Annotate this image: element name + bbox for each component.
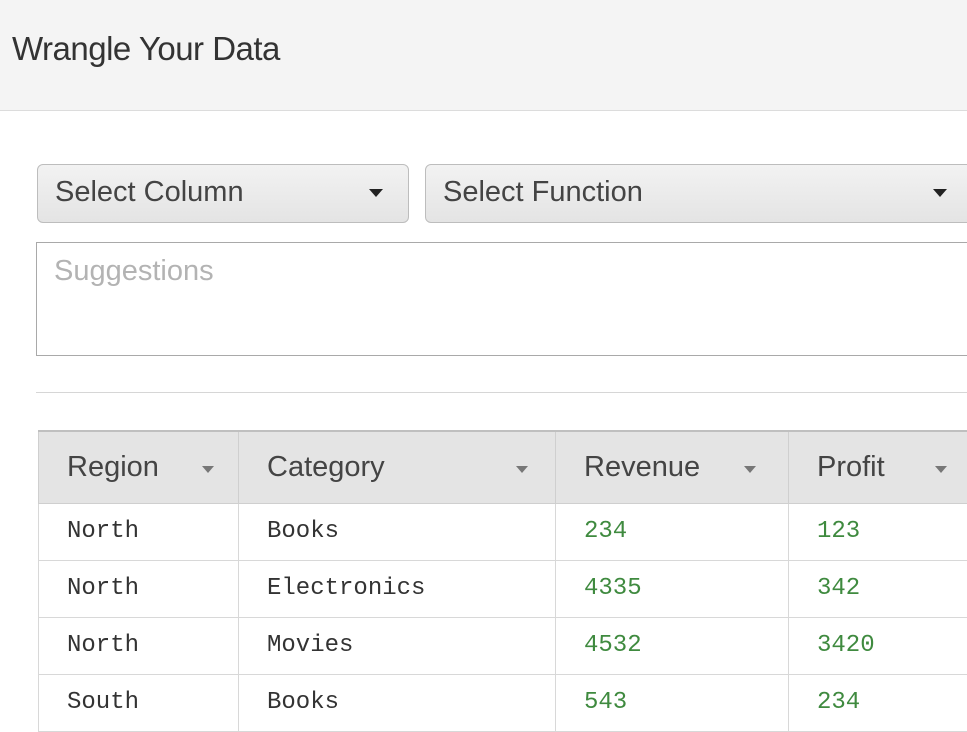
table-row: North Electronics 4335 342	[39, 560, 967, 617]
column-header-profit[interactable]: Profit	[789, 431, 967, 503]
cell-category[interactable]: Movies	[239, 617, 556, 674]
cell-region[interactable]: North	[39, 560, 239, 617]
cell-revenue[interactable]: 4532	[556, 617, 789, 674]
data-table: Region Category Revenue Profit North Boo…	[38, 430, 967, 732]
column-header-label: Region	[67, 451, 159, 483]
select-function-label: Select Function	[443, 176, 643, 209]
column-header-revenue[interactable]: Revenue	[556, 431, 789, 503]
cell-profit[interactable]: 342	[789, 560, 967, 617]
select-column-dropdown[interactable]: Select Column	[37, 164, 409, 223]
cell-category[interactable]: Electronics	[239, 560, 556, 617]
cell-region[interactable]: North	[39, 503, 239, 560]
sort-caret-icon[interactable]	[202, 466, 214, 473]
cell-revenue[interactable]: 4335	[556, 560, 789, 617]
sort-caret-icon[interactable]	[744, 466, 756, 473]
select-column-label: Select Column	[55, 176, 244, 209]
cell-revenue[interactable]: 234	[556, 503, 789, 560]
sort-caret-icon[interactable]	[516, 466, 528, 473]
table-header-row: Region Category Revenue Profit	[39, 431, 967, 503]
select-function-dropdown[interactable]: Select Function	[425, 164, 967, 223]
suggestions-placeholder: Suggestions	[54, 255, 214, 287]
cell-category[interactable]: Books	[239, 674, 556, 731]
suggestions-box[interactable]: Suggestions	[36, 242, 967, 356]
cell-revenue[interactable]: 543	[556, 674, 789, 731]
cell-region[interactable]: South	[39, 674, 239, 731]
caret-down-icon	[933, 189, 947, 197]
page-title: Wrangle Your Data	[12, 30, 280, 68]
cell-profit[interactable]: 234	[789, 674, 967, 731]
cell-region[interactable]: North	[39, 617, 239, 674]
column-header-category[interactable]: Category	[239, 431, 556, 503]
column-header-label: Profit	[817, 451, 885, 483]
cell-category[interactable]: Books	[239, 503, 556, 560]
divider	[36, 392, 967, 393]
table-row: South Books 543 234	[39, 674, 967, 731]
column-header-label: Category	[267, 451, 385, 483]
table-row: North Books 234 123	[39, 503, 967, 560]
column-header-label: Revenue	[584, 451, 700, 483]
cell-profit[interactable]: 123	[789, 503, 967, 560]
page-header: Wrangle Your Data	[0, 0, 967, 111]
column-header-region[interactable]: Region	[39, 431, 239, 503]
table-row: North Movies 4532 3420	[39, 617, 967, 674]
cell-profit[interactable]: 3420	[789, 617, 967, 674]
caret-down-icon	[369, 189, 383, 197]
sort-caret-icon[interactable]	[935, 466, 947, 473]
